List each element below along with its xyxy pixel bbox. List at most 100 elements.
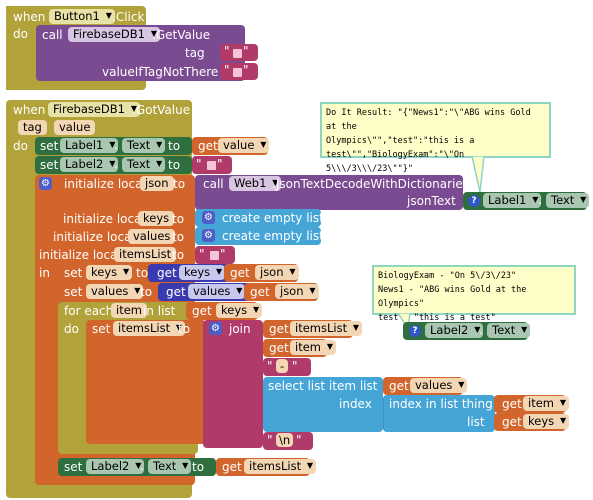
json-var-name[interactable]: json	[140, 176, 174, 191]
help-icon[interactable]: ?	[468, 195, 480, 207]
itemslist-var-dropdown[interactable]: itemsList ▼	[244, 459, 317, 474]
label2-label: Label2	[91, 459, 130, 473]
empty-text-box[interactable]	[232, 48, 243, 59]
join-block[interactable]	[203, 320, 263, 448]
values-var-label: values	[91, 284, 129, 298]
init-local-label: initialize local	[39, 248, 121, 262]
set-label: set	[40, 139, 59, 153]
comment-line: Olympics\"","test":"this is a	[326, 136, 475, 146]
label2-dropdown[interactable]: Label2 ▼	[425, 323, 484, 338]
empty-text-box[interactable]	[232, 67, 243, 78]
item-var-name[interactable]: item	[111, 303, 147, 318]
keys-var-label: keys	[528, 414, 555, 428]
label1-dropdown[interactable]: Label1 ▼	[60, 138, 119, 153]
get-label: get	[222, 460, 242, 474]
text-prop-label: Text	[127, 157, 151, 171]
keys-prop-label: keys	[184, 265, 211, 279]
itemslist-var-label: itemsList	[249, 459, 302, 473]
text-prop-dropdown[interactable]: Text ▼	[148, 459, 192, 474]
jsontext-param-label: jsonText	[407, 194, 456, 208]
do-label: do	[64, 322, 79, 336]
get-label: get	[250, 285, 270, 299]
button1-dropdown[interactable]: Button1 ▼	[49, 9, 115, 24]
get-label: get	[230, 266, 250, 280]
text-prop-dropdown[interactable]: Text ▼	[122, 157, 166, 172]
quote-open: "	[196, 157, 202, 171]
values-prop-label: values	[193, 284, 231, 298]
list-param-label: list	[467, 415, 485, 429]
newline-text[interactable]: \n	[276, 433, 294, 447]
gear-icon[interactable]: ⚙	[39, 177, 52, 190]
keys-var-dropdown[interactable]: keys ▼	[216, 303, 263, 318]
label2-dropdown[interactable]: Label2 ▼	[60, 157, 119, 172]
chevron-down-icon: ▼	[236, 286, 243, 295]
empty-text-box[interactable]	[209, 250, 220, 261]
item-var-dropdown[interactable]: item ▼	[523, 396, 569, 411]
tag-param-label: tag	[185, 46, 205, 60]
dot-separator: .	[479, 323, 483, 337]
values-var-dropdown[interactable]: values ▼	[410, 378, 468, 393]
chevron-down-icon: ▼	[352, 323, 360, 332]
index-in-list-label: index in list thing	[389, 397, 493, 411]
dash-text[interactable]: -	[276, 359, 289, 373]
set-label: set	[64, 460, 83, 474]
quote-open: "	[224, 44, 230, 58]
quote-open: "	[199, 247, 205, 261]
quote-open: "	[267, 359, 273, 373]
click-event-label: .Click	[112, 10, 145, 24]
keys-prop-dropdown[interactable]: keys ▼	[179, 265, 226, 280]
init-local-label: initialize local	[63, 212, 145, 226]
firebasedb1-event-dropdown[interactable]: FirebaseDB1 ▼	[48, 102, 140, 117]
value-var-dropdown[interactable]: value ▼	[218, 138, 270, 153]
join-label: join	[229, 322, 251, 336]
getvalue-method: .GetValue	[152, 28, 211, 42]
text-prop-dropdown[interactable]: Text ▼	[122, 138, 166, 153]
text-prop-dropdown[interactable]: Text ▼	[487, 323, 531, 338]
keys-var-dropdown[interactable]: keys ▼	[523, 414, 570, 429]
label2-dropdown[interactable]: Label2 ▼	[86, 459, 145, 474]
itemslist-var-dropdown[interactable]: itemsList ▼	[290, 321, 363, 336]
to-label: to	[192, 460, 205, 474]
firebasedb1-label: FirebaseDB1	[73, 27, 145, 41]
keys-var-label: keys	[91, 265, 118, 279]
to-label: to	[173, 177, 186, 191]
item-var-dropdown[interactable]: item ▼	[290, 340, 336, 355]
json-var-dropdown[interactable]: json ▼	[275, 284, 319, 299]
gear-icon[interactable]: ⚙	[202, 211, 215, 224]
set-label: set	[64, 285, 83, 299]
to-label: to	[172, 248, 185, 262]
json-var-dropdown[interactable]: json ▼	[255, 265, 299, 280]
keys-var-name[interactable]: keys	[138, 211, 175, 226]
item-var-label: item	[295, 340, 321, 354]
values-var-dropdown[interactable]: values ▼	[86, 284, 144, 299]
button1-label: Button1	[54, 9, 100, 23]
gear-icon[interactable]: ⚙	[209, 322, 222, 335]
in-label: in	[39, 266, 50, 280]
get-label: get	[166, 285, 186, 299]
label1-dropdown[interactable]: Label1 ▼	[483, 193, 542, 208]
text-prop-dropdown[interactable]: Text ▼	[546, 193, 590, 208]
init-local-label: initialize local	[53, 230, 135, 244]
itemslist-var-dropdown[interactable]: itemsList ▼	[113, 321, 186, 336]
chevron-down-icon: ▼	[260, 140, 267, 149]
gear-icon[interactable]: ⚙	[202, 229, 215, 242]
label2-label: Label2	[65, 157, 104, 171]
quote-close: "	[243, 63, 249, 77]
value-param[interactable]: value	[54, 120, 96, 135]
comment-line: News1 - "ABG wins Gold at the Olympics"	[378, 285, 527, 309]
chevron-down-icon: ▼	[215, 267, 223, 276]
chevron-down-icon: ▼	[458, 380, 465, 389]
chevron-down-icon: ▼	[306, 461, 314, 470]
set-itemslist[interactable]	[86, 320, 206, 444]
empty-text-box[interactable]	[206, 160, 217, 171]
help-icon[interactable]: ?	[409, 325, 421, 337]
comment-line: Do It Result: "{"News1":"\"ABG wins Gold…	[326, 108, 531, 132]
values-prop-dropdown[interactable]: values ▼	[188, 284, 246, 299]
keys-var-dropdown[interactable]: keys ▼	[86, 265, 133, 280]
comment-line: test\"","BiologyExam":"\"On 5\\\/3\\\/23…	[326, 150, 465, 174]
chevron-down-icon: ▼	[326, 342, 333, 351]
tag-param[interactable]: tag	[18, 120, 47, 135]
firebasedb1-dropdown[interactable]: FirebaseDB1 ▼	[68, 27, 160, 42]
values-var-name[interactable]: values	[128, 229, 176, 244]
itemslist-var-name[interactable]: itemsList	[114, 247, 177, 262]
